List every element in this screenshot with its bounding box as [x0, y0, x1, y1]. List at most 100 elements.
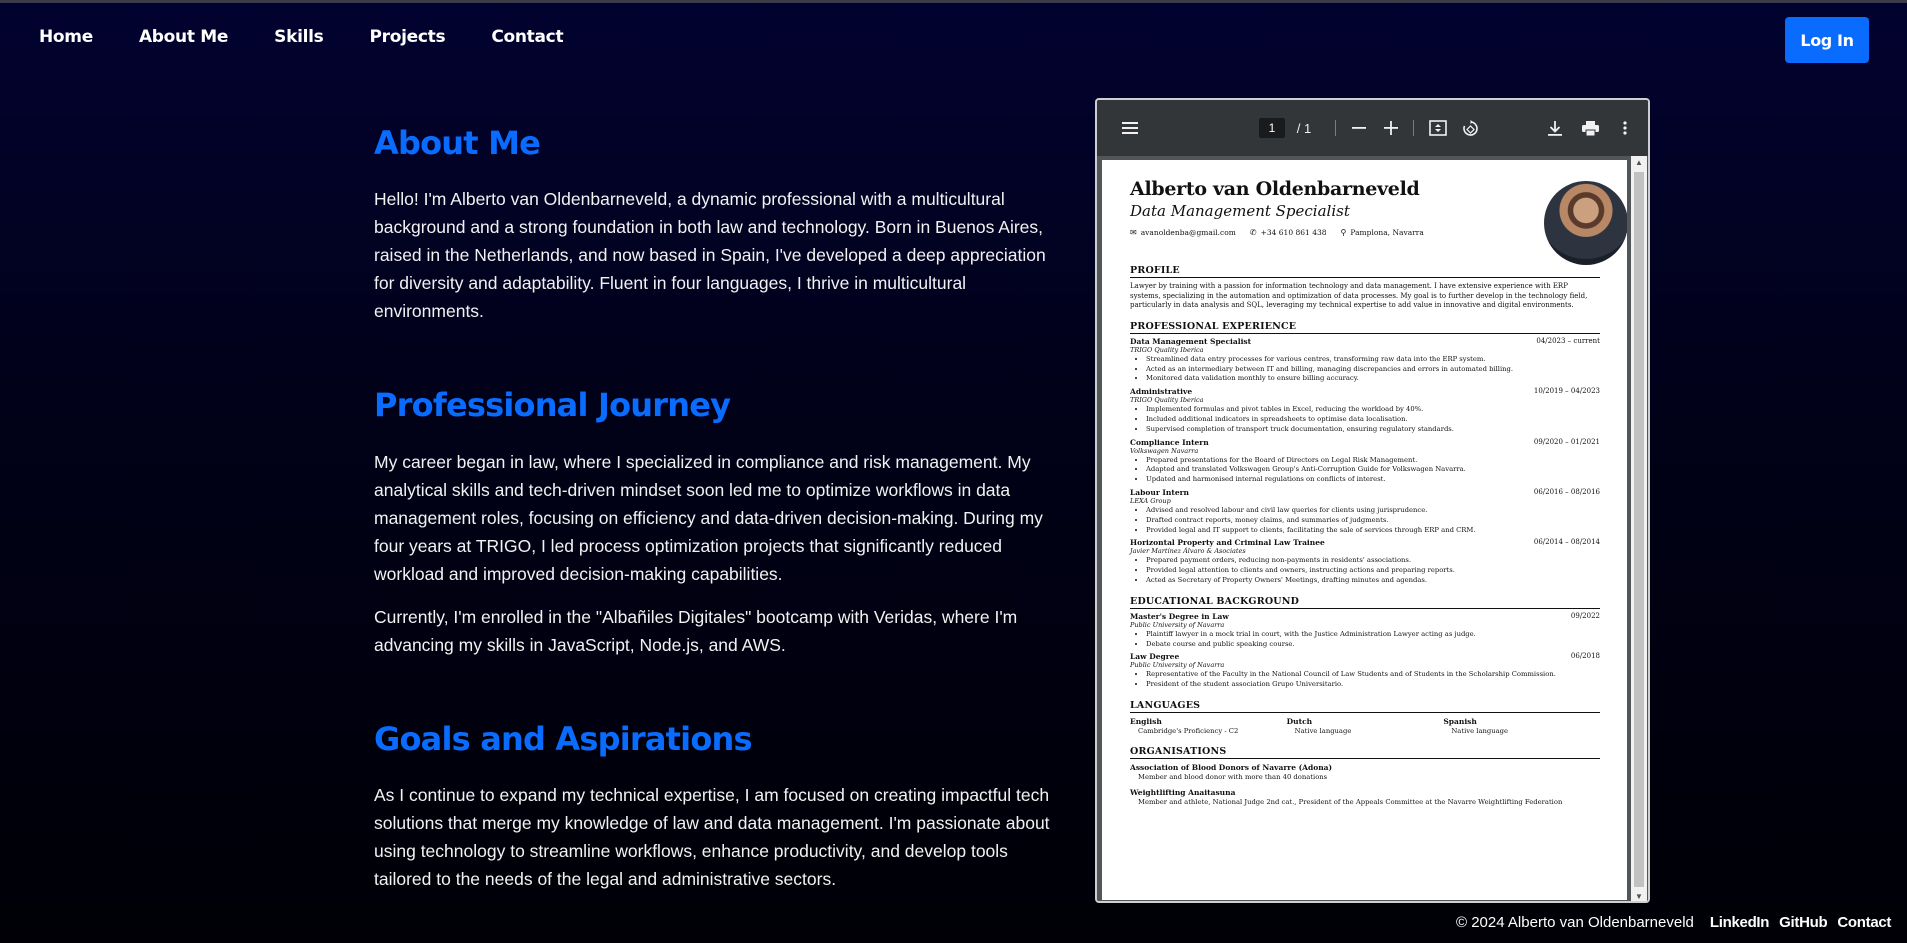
pdf-page: Alberto van Oldenbarneveld Data Manageme… [1102, 160, 1627, 900]
nav-projects-link[interactable]: Projects [370, 27, 446, 47]
phone-icon: ✆ [1249, 228, 1257, 237]
language-name: Dutch [1286, 716, 1313, 726]
scroll-up-icon[interactable]: ▲ [1635, 158, 1643, 167]
language-level: Native language [1451, 726, 1509, 735]
cv-location: Pamplona, Navarra [1350, 228, 1424, 237]
menu-icon[interactable] [1119, 116, 1141, 140]
entry-bullet: Streamlined data entry processes for var… [1146, 355, 1600, 365]
entry-title: Horizontal Property and Criminal Law Tra… [1130, 538, 1325, 548]
cv-section-title: ORGANISATIONS [1130, 746, 1600, 759]
entry-date: 04/2023 – current [1536, 336, 1600, 345]
entry-bullet: Updated and harmonised internal regulati… [1146, 475, 1600, 485]
cv-phone: +34 610 861 438 [1260, 228, 1327, 237]
page-number-input[interactable]: 1 [1259, 118, 1285, 138]
entry-bullet: Provided legal attention to clients and … [1146, 566, 1600, 576]
scrollbar-thumb[interactable] [1634, 172, 1644, 887]
pdf-page-area: Alberto van Oldenbarneveld Data Manageme… [1097, 156, 1648, 901]
entry-bullet: Drafted contract reports, money claims, … [1146, 516, 1600, 526]
entry-bullet: Representative of the Faculty in the Nat… [1146, 670, 1600, 680]
cv-document: Alberto van Oldenbarneveld Data Manageme… [1130, 178, 1627, 807]
nav-about-link[interactable]: About Me [139, 27, 229, 47]
entry-title: Compliance Intern [1130, 437, 1209, 447]
about-section: About Me Hello! I'm Alberto van Oldenbar… [374, 120, 1054, 325]
scroll-down-icon[interactable]: ▼ [1635, 892, 1643, 901]
entry-date: 10/2019 – 04/2023 [1533, 387, 1600, 396]
entry-organization: Public University of Navarra [1130, 661, 1225, 670]
avatar [1544, 181, 1627, 265]
entry-organization: Volkswagen Navarra [1130, 446, 1199, 455]
cv-language: Dutch Native language [1287, 717, 1444, 736]
location-icon: ⚲ [1340, 228, 1347, 237]
entry-date: 06/2014 – 08/2014 [1533, 538, 1600, 547]
language-name: Spanish [1443, 716, 1477, 726]
org-name: Association of Blood Donors of Navarre (… [1130, 762, 1333, 772]
footer-contact-link[interactable]: Contact [1837, 914, 1891, 931]
journey-section: Professional Journey My career began in … [374, 382, 1054, 659]
cv-entry: Labour Intern 06/2016 – 08/2016 LEXA Group… [1130, 488, 1600, 535]
print-icon[interactable] [1579, 116, 1601, 140]
cv-section-title: LANGUAGES [1130, 700, 1600, 713]
footer-linkedin-link[interactable]: LinkedIn [1710, 914, 1770, 931]
entry-bullet: Included additional indicators in spread… [1146, 415, 1600, 425]
entry-date: 06/2016 – 08/2016 [1533, 487, 1600, 496]
cv-role: Data Management Specialist [1130, 202, 1350, 220]
pdf-viewer: 1 / 1 Alberto van Oldenbarneveld Data Ma… [1095, 98, 1650, 903]
pdf-scrollbar[interactable]: ▲ ▼ [1631, 156, 1647, 901]
nav-home-link[interactable]: Home [39, 27, 93, 47]
entry-bullets: Implemented formulas and pivot tables in… [1130, 405, 1600, 434]
footer: © 2024 Alberto van Oldenbarneveld Linked… [1456, 914, 1901, 931]
language-level: Cambridge's Proficiency - C2 [1138, 726, 1239, 735]
entry-bullet: Debate course and public speaking course… [1146, 640, 1600, 650]
entry-bullet: Plaintiff lawyer in a mock trial in cour… [1146, 630, 1600, 640]
org-desc: Member and blood donor with more than 40… [1138, 772, 1328, 781]
footer-github-link[interactable]: GitHub [1779, 914, 1828, 931]
cv-profile-text: Lawyer by training with a passion for in… [1130, 282, 1588, 310]
cv-section-title: EDUCATIONAL BACKGROUND [1130, 596, 1600, 609]
entry-bullets: Advised and resolved labour and civil la… [1130, 506, 1600, 535]
org-name: Weightlifting Anaitasuna [1130, 787, 1236, 797]
zoom-in-icon[interactable] [1381, 116, 1401, 140]
entry-organization: TRIGO Quality Iberica [1130, 396, 1204, 405]
zoom-out-icon[interactable] [1349, 116, 1369, 140]
rotate-icon[interactable] [1459, 116, 1481, 140]
nav-contact-link[interactable]: Contact [491, 27, 563, 47]
nav-skills-link[interactable]: Skills [274, 27, 324, 47]
entry-date: 06/2018 [1570, 652, 1600, 661]
entry-bullet: Prepared presentations for the Board of … [1146, 456, 1600, 466]
fit-page-icon[interactable] [1427, 116, 1449, 140]
journey-paragraph-2: Currently, I'm enrolled in the "Albañile… [374, 607, 1018, 655]
cv-entry: Master's Degree in Law 09/2022 Public Univ… [1130, 612, 1600, 650]
goals-section: Goals and Aspirations As I continue to e… [374, 716, 1054, 893]
cv-entry: Law Degree 06/2018 Public University of Na… [1130, 652, 1600, 690]
login-button[interactable]: Log In [1785, 17, 1869, 63]
cv-entry: Compliance Intern 09/2020 – 01/2021 Volksw… [1130, 438, 1600, 485]
entry-bullet: President of the student association Gru… [1146, 680, 1600, 690]
language-level: Native language [1294, 726, 1352, 735]
journey-paragraph-1: My career began in law, where I speciali… [374, 452, 1043, 584]
entry-title: Data Management Specialist [1130, 336, 1252, 346]
entry-bullet: Monitored data validation monthly to ens… [1146, 374, 1600, 384]
about-text: Hello! I'm Alberto van Oldenbarneveld, a… [374, 189, 1046, 321]
entry-bullets: Prepared payment orders, reducing non-pa… [1130, 556, 1600, 585]
entry-title: Administrative [1130, 387, 1193, 397]
email-icon: ✉ [1130, 228, 1137, 237]
cv-education-list: Master's Degree in Law 09/2022 Public Univ… [1130, 612, 1600, 690]
download-icon[interactable] [1545, 116, 1565, 140]
entry-bullet: Implemented formulas and pivot tables in… [1146, 405, 1600, 415]
toolbar-divider [1413, 120, 1414, 136]
entry-bullets: Prepared presentations for the Board of … [1130, 456, 1600, 485]
cv-section-title: PROFILE [1130, 265, 1600, 278]
about-title: About Me [374, 124, 541, 162]
cv-language: English Cambridge's Proficiency - C2 [1130, 717, 1287, 736]
page-total: / 1 [1296, 120, 1312, 136]
top-border [0, 0, 1907, 3]
entry-date: 09/2022 [1570, 611, 1600, 620]
entry-bullets: Streamlined data entry processes for var… [1130, 355, 1600, 384]
cv-languages-row: English Cambridge's Proficiency - C2 Dut… [1130, 717, 1600, 736]
more-icon[interactable] [1619, 116, 1631, 140]
org-desc: Member and athlete, National Judge 2nd c… [1138, 797, 1563, 806]
cv-entry: Horizontal Property and Criminal Law Tra… [1130, 538, 1600, 585]
entry-bullet: Provided legal and IT support to clients… [1146, 526, 1600, 536]
copyright-text: © 2024 Alberto van Oldenbarneveld [1456, 914, 1694, 931]
cv-entry: Data Management Specialist 04/2023 – curr… [1130, 337, 1600, 384]
